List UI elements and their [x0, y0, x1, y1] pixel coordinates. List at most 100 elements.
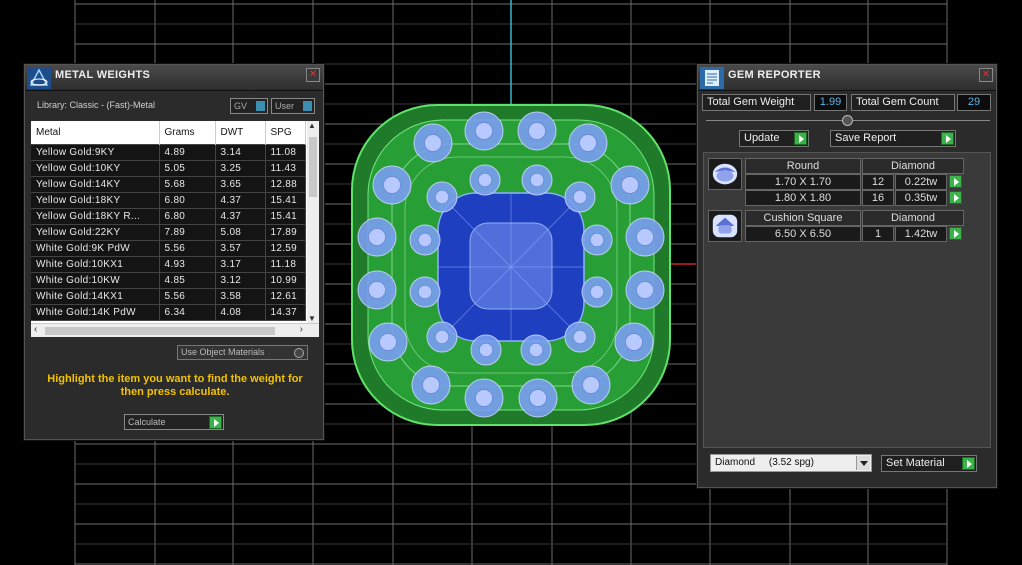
- table-row[interactable]: Yellow Gold:10KY 5.05 3.25 11.43: [31, 160, 306, 176]
- calculate-button[interactable]: Calculate: [124, 414, 224, 430]
- table-cell: 15.41: [265, 208, 306, 224]
- table-cell: 12.61: [265, 288, 306, 304]
- table-cell: 11.08: [265, 144, 306, 160]
- table-row[interactable]: Yellow Gold:9KY 4.89 3.14 11.08: [31, 144, 306, 160]
- table-cell: 4.37: [215, 192, 266, 208]
- metal-table-container[interactable]: Metal Grams DWT SPG Yellow Gold:9KY 4.89 3.14…: [31, 121, 319, 337]
- column-header[interactable]: SPG: [265, 121, 306, 144]
- gem-shape: Round: [745, 158, 861, 174]
- metal-weights-close-button[interactable]: ✕: [306, 68, 320, 82]
- table-cell: 6.34: [159, 304, 216, 320]
- gem-weight: 0.22tw: [895, 174, 947, 190]
- table-row[interactable]: White Gold:14K PdW 6.34 4.08 14.37: [31, 304, 306, 320]
- table-cell: 11.18: [265, 256, 306, 272]
- scroll-down-icon[interactable]: ▼: [308, 314, 316, 323]
- set-material-button[interactable]: Set Material: [881, 455, 977, 472]
- play-arrow-icon[interactable]: [209, 416, 222, 429]
- table-cell: 4.85: [159, 272, 216, 288]
- user-toggle[interactable]: User: [271, 98, 315, 114]
- play-arrow-icon[interactable]: [962, 457, 975, 470]
- save-report-button[interactable]: Save Report: [830, 130, 956, 147]
- library-label: Library: Classic - (Fast)-Metal: [37, 100, 156, 110]
- gem-count: 16: [862, 190, 894, 206]
- use-object-materials-radio[interactable]: [294, 348, 304, 358]
- table-cell: White Gold:10KW: [31, 272, 160, 288]
- gem-count: 1: [862, 226, 894, 242]
- gem-size: 6.50 X 6.50: [745, 226, 861, 242]
- table-cell: White Gold:10KX1: [31, 256, 160, 272]
- report-icon: [700, 67, 724, 89]
- metal-weights-titlebar[interactable]: METAL WEIGHTS ✕: [25, 65, 323, 91]
- table-cell: 6.80: [159, 208, 216, 224]
- column-header[interactable]: DWT: [215, 121, 266, 144]
- table-cell: 12.59: [265, 240, 306, 256]
- metal-weights-panel: METAL WEIGHTS ✕ Library: Classic - (Fast…: [24, 64, 324, 440]
- table-cell: 5.68: [159, 176, 216, 192]
- use-object-materials-toggle[interactable]: Use Object Materials: [177, 345, 308, 360]
- table-cell: Yellow Gold:9KY: [31, 144, 160, 160]
- material-select[interactable]: Diamond (3.52 spg): [710, 454, 872, 472]
- gv-toggle[interactable]: GV: [230, 98, 268, 114]
- scroll-right-icon[interactable]: ›: [300, 324, 303, 335]
- table-cell: 4.08: [215, 304, 266, 320]
- round-gem-thumbnail-icon: [708, 158, 742, 190]
- gem-material: Diamond: [862, 158, 964, 174]
- table-row[interactable]: White Gold:9K PdW 5.56 3.57 12.59: [31, 240, 306, 256]
- play-arrow-icon[interactable]: [794, 132, 807, 145]
- ring-model: [351, 104, 671, 426]
- save-report-label: Save Report: [835, 132, 897, 144]
- table-row[interactable]: Yellow Gold:14KY 5.68 3.65 12.88: [31, 176, 306, 192]
- table-cell: Yellow Gold:22KY: [31, 224, 160, 240]
- total-gem-count-label: Total Gem Count: [851, 94, 955, 111]
- gem-material: Diamond: [862, 210, 964, 226]
- table-cell: 3.65: [215, 176, 266, 192]
- table-cell: 3.14: [215, 144, 266, 160]
- scroll-up-icon[interactable]: ▲: [308, 121, 316, 130]
- cushion-gem-thumbnail-icon: [708, 210, 742, 242]
- update-button[interactable]: Update: [739, 130, 809, 147]
- table-row[interactable]: Yellow Gold:22KY 7.89 5.08 17.89: [31, 224, 306, 240]
- user-label: User: [275, 101, 295, 111]
- table-cell: 11.43: [265, 160, 306, 176]
- metal-weights-title: METAL WEIGHTS: [55, 69, 151, 81]
- table-cell: 3.58: [215, 288, 266, 304]
- use-object-materials-label: Use Object Materials: [181, 347, 265, 357]
- table-cell: White Gold:9K PdW: [31, 240, 160, 256]
- table-cell: 12.88: [265, 176, 306, 192]
- table-cell: 3.25: [215, 160, 266, 176]
- gem-row-select-button[interactable]: [949, 227, 962, 240]
- table-cell: Yellow Gold:18KY R...: [31, 208, 160, 224]
- panel-slider-knob[interactable]: [842, 115, 853, 126]
- table-row[interactable]: White Gold:14KX1 5.56 3.58 12.61: [31, 288, 306, 304]
- table-row[interactable]: Yellow Gold:18KY 6.80 4.37 15.41: [31, 192, 306, 208]
- table-row[interactable]: White Gold:10KX1 4.93 3.17 11.18: [31, 256, 306, 272]
- table-cell: 3.12: [215, 272, 266, 288]
- table-row[interactable]: Yellow Gold:18KY R... 6.80 4.37 15.41: [31, 208, 306, 224]
- table-cell: 17.89: [265, 224, 306, 240]
- gem-reporter-close-button[interactable]: ✕: [979, 68, 993, 82]
- metal-table-vscroll[interactable]: ▲ ▼: [307, 121, 319, 323]
- metal-table-hscroll[interactable]: ‹ ›: [31, 323, 319, 337]
- gem-size: 1.80 X 1.80: [745, 190, 861, 206]
- table-cell: 5.56: [159, 240, 216, 256]
- gem-row-select-button[interactable]: [949, 191, 962, 204]
- gem-row-select-button[interactable]: [949, 175, 962, 188]
- table-cell: White Gold:14K PdW: [31, 304, 160, 320]
- table-cell: Yellow Gold:18KY: [31, 192, 160, 208]
- table-cell: 3.57: [215, 240, 266, 256]
- gem-weight: 0.35tw: [895, 190, 947, 206]
- column-header[interactable]: Metal: [31, 121, 160, 144]
- calculate-label: Calculate: [128, 417, 166, 427]
- chevron-down-icon[interactable]: [856, 456, 870, 470]
- column-header[interactable]: Grams: [159, 121, 216, 144]
- scroll-left-icon[interactable]: ‹: [34, 324, 37, 335]
- play-arrow-icon[interactable]: [941, 132, 954, 145]
- table-row[interactable]: White Gold:10KW 4.85 3.12 10.99: [31, 272, 306, 288]
- update-label: Update: [744, 132, 780, 144]
- gem-list[interactable]: Round Diamond 1.70 X 1.70 12 0.22tw 1.80…: [703, 152, 991, 448]
- material-select-value: Diamond (3.52 spg): [715, 457, 814, 468]
- table-cell: 4.89: [159, 144, 216, 160]
- table-cell: 6.80: [159, 192, 216, 208]
- gem-reporter-titlebar[interactable]: GEM REPORTER ✕: [698, 65, 996, 91]
- table-cell: White Gold:14KX1: [31, 288, 160, 304]
